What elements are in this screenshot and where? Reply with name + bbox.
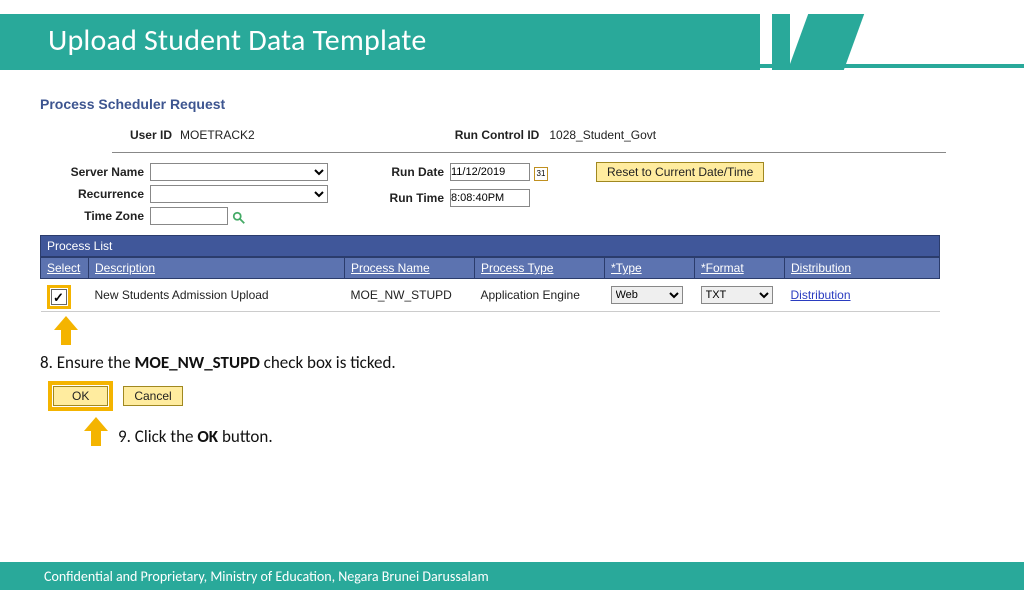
row-format-select[interactable]: TXT [701,286,773,304]
time-zone-label: Time Zone [40,209,150,223]
process-list: Process List Select Description Process … [40,235,940,346]
calendar-icon[interactable]: 31 [534,167,548,181]
arrow-up-icon [56,316,76,346]
row-description: New Students Admission Upload [89,279,345,312]
slide-title: Upload Student Data Template [48,22,426,59]
select-checkbox[interactable] [51,289,67,305]
run-date-input[interactable] [450,163,530,181]
col-select[interactable]: Select [41,258,89,279]
recurrence-label: Recurrence [40,187,150,201]
table-header-row: Select Description Process Name Process … [41,258,940,279]
col-process-name[interactable]: Process Name [345,258,475,279]
table-row: New Students Admission Upload MOE_NW_STU… [41,279,940,312]
row-type-select[interactable]: Web [611,286,683,304]
user-id-label: User ID [112,128,172,142]
request-info-row: User ID MOETRACK2 Run Control ID 1028_St… [112,128,946,153]
run-control-id-value: 1028_Student_Govt [549,128,656,142]
slide-header: Upload Student Data Template [0,14,1024,70]
scheduler-form: Server Name Recurrence Time Zone Run Dat… [40,161,984,227]
reset-datetime-button[interactable]: Reset to Current Date/Time [596,162,764,182]
time-zone-input[interactable] [150,207,228,225]
footer-bar: Confidential and Proprietary, Ministry o… [0,562,1024,590]
col-description[interactable]: Description [89,258,345,279]
run-time-label: Run Time [380,191,450,205]
run-date-label: Run Date [380,165,450,179]
header-accent-2 [788,14,864,70]
row-process-name: MOE_NW_STUPD [345,279,475,312]
dialog-button-row: OK Cancel [48,381,984,411]
user-id-value: MOETRACK2 [180,128,255,142]
server-name-select[interactable] [150,163,328,181]
instruction-step-9: 9. Click the OK button. [118,426,273,447]
col-distribution[interactable]: Distribution [785,258,940,279]
row-process-type: Application Engine [475,279,605,312]
checkbox-highlight [47,285,71,309]
ok-button[interactable]: OK [53,386,108,406]
col-type[interactable]: *Type [605,258,695,279]
process-list-table: Select Description Process Name Process … [40,257,940,312]
header-accent-1 [772,14,790,70]
col-format[interactable]: *Format [695,258,785,279]
recurrence-select[interactable] [150,185,328,203]
distribution-link[interactable]: Distribution [791,288,851,302]
ok-highlight: OK [48,381,113,411]
header-underline [0,64,1024,68]
search-icon[interactable] [232,211,246,225]
process-list-title: Process List [40,235,940,257]
page-title: Process Scheduler Request [40,96,984,112]
content-area: Process Scheduler Request User ID MOETRA… [0,70,1024,447]
col-process-type[interactable]: Process Type [475,258,605,279]
run-control-id-label: Run Control ID [455,128,540,142]
cancel-button[interactable]: Cancel [123,386,182,406]
instruction-step-8: 8. Ensure the MOE_NW_STUPD check box is … [40,352,984,373]
arrow-up-icon [86,417,106,447]
server-name-label: Server Name [40,165,150,179]
run-time-input[interactable] [450,189,530,207]
